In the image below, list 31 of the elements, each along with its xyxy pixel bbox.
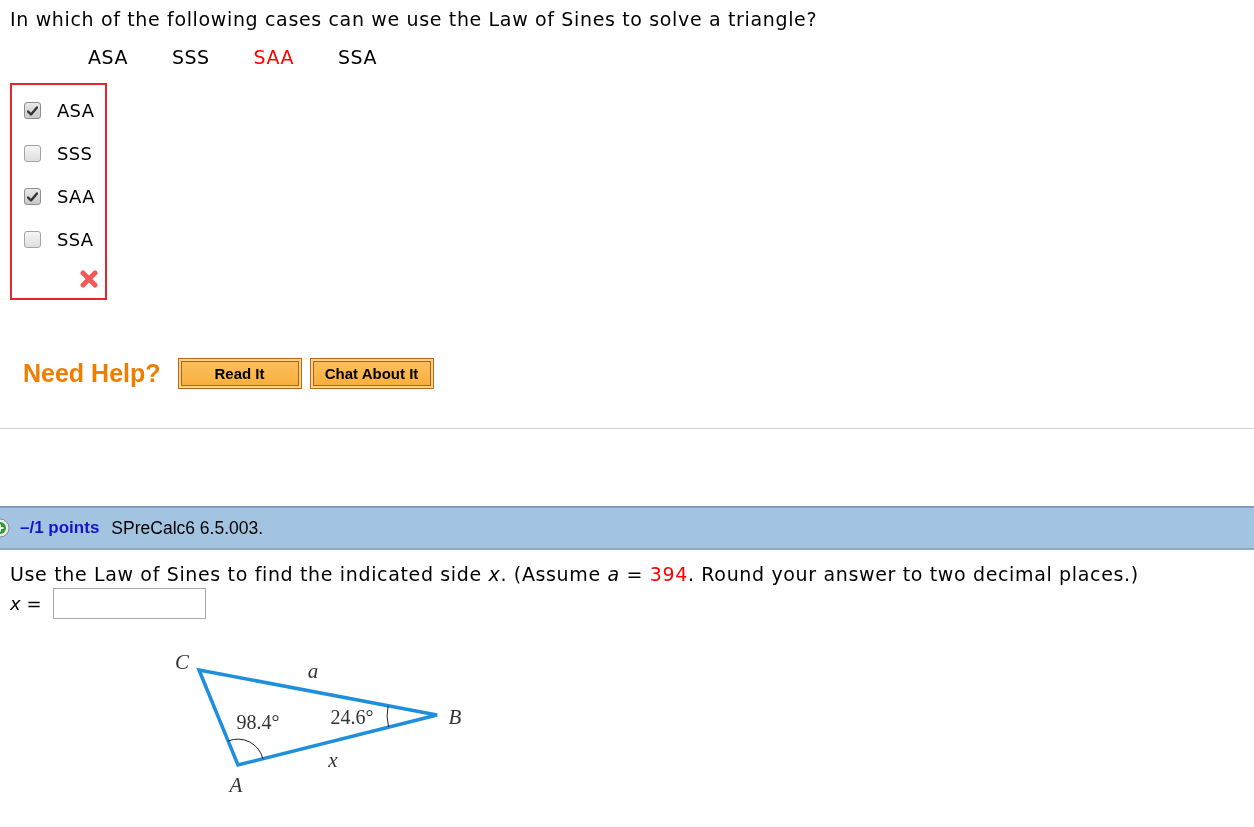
answer-option-text: SSS — [171, 46, 210, 68]
answer-option-text: SSA — [338, 46, 378, 68]
help-heading: Need Help? — [23, 359, 161, 388]
checkbox[interactable] — [24, 231, 41, 248]
checkbox-label: SAA — [57, 186, 95, 207]
checkbox-label: SSA — [57, 229, 94, 250]
help-button[interactable]: Chat About It — [309, 358, 434, 389]
question-source: SPreCalc6 6.5.003. — [111, 517, 264, 539]
angle-label: 24.6° — [330, 706, 374, 728]
side-label: x — [328, 748, 338, 772]
points-label: –/1 points — [20, 518, 100, 538]
checkbox[interactable] — [24, 102, 41, 119]
checkbox[interactable] — [24, 145, 41, 162]
help-button[interactable]: Read It — [177, 358, 302, 389]
checkmark-icon — [27, 105, 38, 116]
answer-field[interactable] — [53, 588, 206, 619]
answer-label: x = — [10, 593, 43, 614]
question-text: Use the Law of Sines to find the indicated side x. (Assume a = 394. Round your answer to two decimal places.) — [10, 563, 1140, 585]
vertex-label: B — [448, 705, 462, 729]
answer-option-text: SAA — [253, 46, 295, 68]
answer-option-text: ASA — [88, 46, 128, 68]
checkbox[interactable] — [24, 188, 41, 205]
checkbox-label: SSS — [57, 143, 93, 164]
question-text: In which of the following cases can we use the Law of Sines to solve a triangle? — [10, 7, 819, 30]
vertex-label: A — [229, 773, 243, 797]
angle-label: 98.4° — [236, 711, 280, 733]
vertex-label: C — [175, 650, 189, 674]
plus-icon[interactable] — [0, 518, 10, 538]
checkbox-label: ASA — [57, 100, 95, 121]
side-label: a — [307, 659, 319, 683]
checkmark-icon — [27, 191, 38, 202]
